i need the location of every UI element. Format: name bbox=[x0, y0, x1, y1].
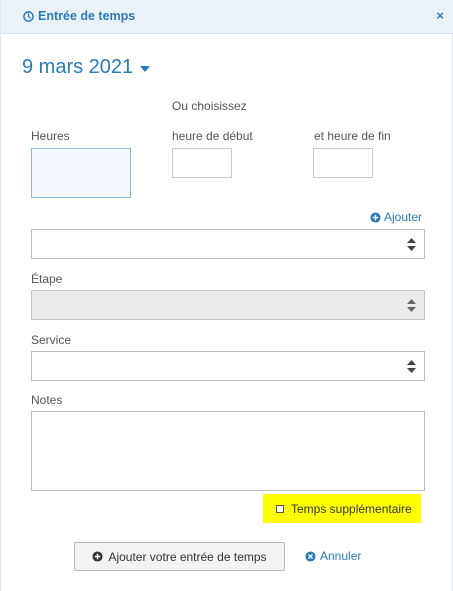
start-time-input[interactable] bbox=[172, 148, 232, 178]
service-select[interactable] bbox=[31, 351, 425, 381]
overtime-label: Temps supplémentaire bbox=[291, 501, 412, 516]
start-time-label: heure de début bbox=[172, 129, 253, 143]
close-circle-icon bbox=[305, 550, 316, 562]
end-time-input[interactable] bbox=[313, 148, 373, 178]
date-label: 9 mars 2021 bbox=[22, 56, 134, 78]
step-label: Étape bbox=[31, 272, 63, 286]
add-time-entry-label: Ajouter votre entrée de temps bbox=[108, 549, 267, 564]
overtime-checkbox-row[interactable]: Temps supplémentaire bbox=[263, 494, 421, 523]
cancel-link[interactable]: Annuler bbox=[305, 549, 361, 563]
dialog-title-text: Entrée de temps bbox=[38, 9, 136, 23]
hours-input[interactable] bbox=[31, 148, 131, 198]
end-time-label: et heure de fin bbox=[314, 129, 391, 143]
notes-textarea[interactable] bbox=[31, 411, 425, 491]
project-select[interactable] bbox=[31, 229, 425, 259]
dialog-title: Entrée de temps bbox=[23, 9, 135, 23]
sort-arrows-icon bbox=[407, 238, 416, 251]
sort-arrows-icon bbox=[407, 299, 416, 312]
dialog-header: Entrée de temps × bbox=[1, 0, 453, 34]
add-project-link[interactable]: Ajouter bbox=[370, 210, 422, 224]
hours-label: Heures bbox=[31, 129, 70, 143]
overtime-checkbox[interactable] bbox=[276, 504, 284, 513]
add-time-entry-button[interactable]: Ajouter votre entrée de temps bbox=[74, 542, 285, 571]
caret-down-icon bbox=[140, 65, 151, 72]
time-entry-dialog: Entrée de temps × 9 mars 2021 Ou choisis… bbox=[0, 0, 453, 591]
plus-circle-icon bbox=[92, 551, 103, 562]
sort-arrows-icon bbox=[407, 360, 416, 373]
cancel-label: Annuler bbox=[320, 549, 362, 563]
step-select bbox=[31, 290, 425, 320]
add-project-label: Ajouter bbox=[383, 210, 422, 224]
notes-label: Notes bbox=[31, 393, 63, 407]
service-label: Service bbox=[31, 333, 72, 347]
clock-icon bbox=[23, 10, 34, 22]
close-icon[interactable]: × bbox=[436, 9, 444, 23]
date-selector[interactable]: 9 mars 2021 bbox=[22, 56, 151, 79]
plus-circle-icon bbox=[370, 211, 381, 223]
or-choose-label: Ou choisissez bbox=[172, 99, 247, 113]
